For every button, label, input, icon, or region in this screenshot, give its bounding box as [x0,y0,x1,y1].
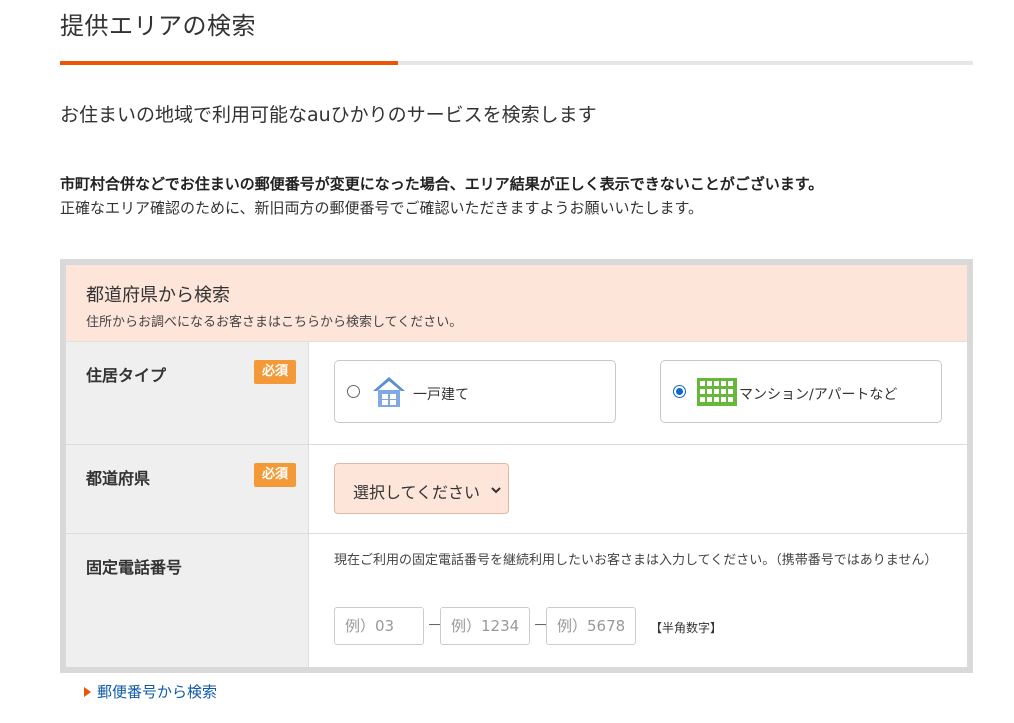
form-header: 都道府県から検索 住所からお調べになるお客さまはこちらから検索してください。 [66,265,967,342]
residence-type-label-cell: 住居タイプ 必須 [66,342,309,444]
prefecture-row: 都道府県 必須 選択してください [66,445,967,534]
notice: 市町村合併などでお住まいの郵便番号が変更になった場合、エリア結果が正しく表示でき… [60,172,980,220]
residence-option-apartment[interactable]: マンション/アパートなど [660,360,942,423]
title-underline-accent [60,61,398,65]
title-underline [60,61,973,65]
phone-exchange-input[interactable] [440,607,530,645]
house-icon [371,375,407,413]
residence-option-apartment-label: マンション/アパートなど [739,387,898,403]
apartment-building-icon [697,375,737,410]
prefecture-select[interactable]: 選択してください [334,463,509,514]
arrow-right-icon [84,686,91,697]
residence-type-label: 住居タイプ [86,366,167,385]
required-badge: 必須 [254,360,296,384]
postal-code-search-link-label: 郵便番号から検索 [97,683,218,701]
radio-apartment[interactable] [673,385,686,398]
phone-row: 固定電話番号 現在ご利用の固定電話番号を継続利用したいお客さまは入力してください… [66,534,967,667]
residence-option-house[interactable]: 一戸建て [334,360,616,423]
form-header-subtitle: 住所からお調べになるお客さまはこちらから検索してください。 [86,315,463,330]
page-lead: お住まいの地域で利用可能なauひかりのサービスを検索します [60,104,597,126]
prefecture-label: 都道府県 [86,469,151,488]
required-badge: 必須 [254,463,296,487]
postal-code-search-link[interactable]: 郵便番号から検索 [84,681,217,702]
phone-label-cell: 固定電話番号 [66,534,309,667]
prefecture-search-form: 都道府県から検索 住所からお調べになるお客さまはこちらから検索してください。 住… [60,259,973,673]
form-inner: 都道府県から検索 住所からお調べになるお客さまはこちらから検索してください。 住… [66,265,967,667]
page-title: 提供エリアの検索 [60,12,256,40]
notice-normal: 正確なエリア確認のために、新旧両方の郵便番号でご確認いただきますようお願いいたし… [60,199,704,217]
form-header-title: 都道府県から検索 [86,285,230,306]
notice-strong: 市町村合併などでお住まいの郵便番号が変更になった場合、エリア結果が正しく表示でき… [60,175,824,193]
prefecture-label-cell: 都道府県 必須 [66,445,309,533]
residence-option-house-label: 一戸建て [413,387,469,403]
phone-note: 現在ご利用の固定電話番号を継続利用したいお客さまは入力してください。（携帯番号で… [334,553,938,568]
phone-subscriber-input[interactable] [546,607,636,645]
phone-area-code-input[interactable] [334,607,424,645]
phone-label: 固定電話番号 [86,558,183,577]
phone-hint: 【半角数字】 [650,621,723,635]
prefecture-select-value: 選択してください [353,483,481,502]
residence-type-row: 住居タイプ 必須 一戸建て マンション/アパートなど [66,342,967,445]
chevron-down-icon [490,481,502,500]
radio-house[interactable] [347,385,360,398]
